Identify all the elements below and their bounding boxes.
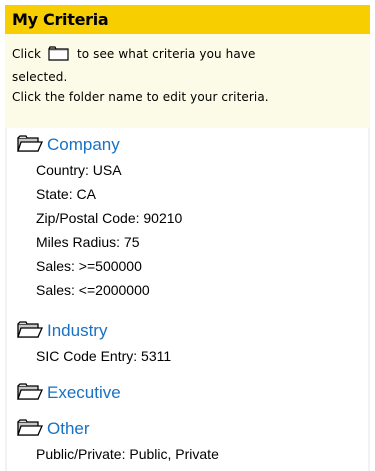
instructions-line-2: selected.: [12, 70, 68, 84]
folder-link-other[interactable]: Other: [47, 419, 90, 439]
instructions-line-3: Click the folder name to edit your crite…: [12, 90, 269, 104]
industry-criteria-list: SIC Code Entry: 5311: [17, 344, 171, 368]
criteria-group-other: Other Public/Private: Public, Private: [17, 416, 219, 466]
panel-title: My Criteria: [5, 5, 370, 34]
criteria-group-industry: Industry SIC Code Entry: 5311: [17, 318, 171, 368]
list-item: Miles Radius: 75: [36, 234, 140, 250]
folder-link-company[interactable]: Company: [47, 135, 120, 155]
other-criteria-list: Public/Private: Public, Private: [17, 442, 219, 466]
instructions-text: to see what criteria you have: [76, 47, 256, 61]
folder-link-executive[interactable]: Executive: [47, 383, 121, 403]
folder-icon: [48, 45, 69, 67]
folder-row-company[interactable]: Company: [17, 132, 182, 158]
list-item: Sales: >=500000: [36, 258, 142, 274]
list-item: Country: USA: [36, 162, 122, 178]
criteria-group-executive: Executive: [17, 380, 121, 406]
list-item: SIC Code Entry: 5311: [36, 348, 172, 364]
folder-icon[interactable]: [17, 418, 44, 440]
criteria-group-company: Company Country: USA State: CA Zip/Posta…: [17, 132, 182, 302]
folder-row-other[interactable]: Other: [17, 416, 219, 442]
folder-link-industry[interactable]: Industry: [47, 321, 107, 341]
instructions: Click to see what criteria you have sele…: [5, 34, 370, 128]
list-item: State: CA: [36, 186, 96, 202]
folder-row-executive[interactable]: Executive: [17, 380, 121, 406]
list-item: Public/Private: Public, Private: [36, 446, 219, 462]
folder-icon[interactable]: [17, 382, 44, 404]
instructions-click-text: Click: [12, 47, 42, 61]
company-criteria-list: Country: USA State: CA Zip/Postal Code: …: [17, 158, 182, 302]
list-item: Zip/Postal Code: 90210: [36, 210, 183, 226]
folder-row-industry[interactable]: Industry: [17, 318, 171, 344]
folder-icon[interactable]: [17, 134, 44, 156]
folder-icon[interactable]: [17, 320, 44, 342]
criteria-tree: Company Country: USA State: CA Zip/Posta…: [5, 128, 370, 471]
instructions-line-1: Click to see what criteria you have: [12, 44, 370, 67]
my-criteria-panel: My Criteria Click to see what criteria y…: [0, 0, 375, 471]
list-item: Sales: <=2000000: [36, 282, 150, 298]
